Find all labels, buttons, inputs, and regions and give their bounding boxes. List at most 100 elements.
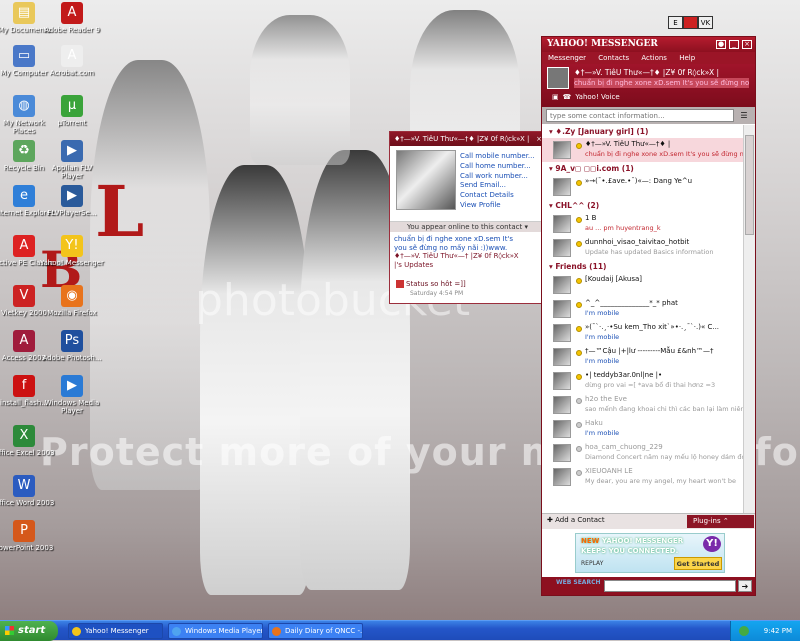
contact-card: ♦†—»V. TiêU Thư«—†♦ |Z¥ 0f R◊ck»X | × Ca… [389,131,546,304]
contact-details-link[interactable]: Contact Details [460,191,535,201]
contact-group-header[interactable]: ▾ 9A_v◻ ◻◻i.com (1) [542,162,744,175]
desktop-icon-powerpoint[interactable]: P PowerPoint 2003 [0,520,56,552]
my-tools: ▣ ☎ Yahoo! Voice [552,93,624,101]
contact-row[interactable]: •| teddyb3ar.0nl|ne |• dừng pro vai =[ *a… [542,369,744,393]
get-started-button[interactable]: Get Started [674,557,722,570]
menu-help[interactable]: Help [679,54,695,62]
menu-actions[interactable]: Actions [641,54,667,62]
search-bar: ☰ [542,107,755,124]
flag-icon[interactable] [683,16,698,29]
avatar [553,468,571,486]
update-item[interactable]: Status so hôt =]] Saturday 4:54 PM [396,280,536,300]
web-search-input[interactable] [604,580,736,592]
powerpoint-icon: P [13,520,35,542]
desktop-icon-flv[interactable]: ▶ Applian FLV Player [40,140,104,180]
presence-icon [576,398,582,404]
contact-group-header[interactable]: ▾ CHL^^ (2) [542,199,744,212]
desktop-icon-label: Windows Media Player [44,399,100,415]
scrollbar[interactable] [743,125,755,513]
contact-row[interactable]: ^_^______________*_* phat I'm mobile [542,297,744,321]
yahoo-logo-icon: Y! [703,536,721,552]
call-home-link[interactable]: Call home number... [460,162,535,172]
contact-group-header[interactable]: ▾ ♦.Zy [January girl] (1) [542,125,744,138]
call-mobile-link[interactable]: Call mobile number... [460,152,535,162]
contacts-icon[interactable]: ▣ [552,93,559,101]
avatar [553,444,571,462]
acrobat-icon: A [61,45,83,67]
contact-group-header[interactable]: ▾ Friends (11) [542,260,744,273]
system-tray: 9:42 PM [730,621,800,641]
avatar [553,300,571,318]
view-profile-link[interactable]: View Profile [460,201,535,211]
avatar [553,420,571,438]
contact-row[interactable]: h2o the Eve sao mếnh đang khoai chi thì c… [542,393,744,417]
contact-search-input[interactable] [546,109,734,122]
add-contact-button[interactable]: ✚ Add a Contact [547,516,605,524]
contact-row[interactable]: 1 B au ... pm huyentrang_k [542,212,744,236]
plugins-button[interactable]: Plug-ins ⌃ [687,515,754,528]
firefox-icon: ◉ [61,285,83,307]
my-display-name[interactable]: ♦†—»V. TiêU Thư«—†♦ |Z¥ 0f R◊ck»X | [574,68,719,77]
desktop-icon-label: µTorrent [57,119,87,127]
minimize-icon[interactable]: _ [729,40,739,49]
contact-name: h2o the Eve [585,395,627,403]
list-view-icon[interactable]: ☰ [738,110,750,121]
presence-icon [576,374,582,380]
presence-icon [576,350,582,356]
desktop-icon-pdf[interactable]: A Adobe Reader 9 [40,2,104,34]
presence-icon [576,302,582,308]
advertisement-banner[interactable]: NEW YAHOO! MESSENGER KEEPS YOU CONNECTED… [575,533,725,573]
contact-row[interactable]: »→(¯•.£ave.•¯)«—: Dang Ye^u [542,175,744,199]
task-yahoo-messenger[interactable]: Yahoo! Messenger [68,623,163,639]
recycle-bin-icon: ♻ [13,140,35,162]
desktop-icon-word[interactable]: W Office Word 2003 [0,475,56,507]
close-icon[interactable]: × [742,40,752,49]
desktop-icon-excel[interactable]: X Office Excel 2003 [0,425,56,457]
desktop-icon-photoshop[interactable]: Ps Adobe Photosh... [40,330,104,362]
start-button[interactable]: start [0,621,58,641]
my-status-message[interactable]: chuẩn bị đi nghe xone xD.sem It's you sẽ… [574,78,749,88]
avatar[interactable] [547,67,569,89]
voice-icon[interactable]: ☎ [563,93,572,101]
yahoo-icon[interactable]: ● [716,40,726,49]
network-icon[interactable] [739,626,749,636]
contact-status: dừng pro vai =[ *ava bổ đi thai hơnz =3 [585,381,716,389]
contact-name: dunnhoi_visao_taivitao_hotbit [585,238,690,246]
desktop-icon-torrent[interactable]: µ µTorrent [40,95,104,127]
voice-link[interactable]: Yahoo! Voice [575,93,619,101]
web-search-label: WEB SEARCH [556,579,601,586]
presence-icon [576,446,582,452]
desktop-icon-firefox[interactable]: ◉ Mozilla Firefox [40,285,104,317]
presence-icon [576,278,582,284]
contact-row[interactable]: ♦†—»V. TiêU Thư«—†♦ | chuẩn bị đi nghe xo… [542,138,744,162]
desktop-icon-label: FLVPlayerSe... [47,209,97,217]
menu-contacts[interactable]: Contacts [598,54,629,62]
contact-status: My dear, you are my angel, my heart won'… [585,477,737,485]
contact-row[interactable]: XIEUOANH LE My dear, you are my angel, my… [542,465,744,489]
desktop-icon-acrobat[interactable]: A Acrobat.com [40,45,104,77]
contact-card-title: ♦†—»V. TiêU Thư«—†♦ |Z¥ 0f R◊ck»X | × [390,132,545,146]
task-windows-media-player[interactable]: Windows Media Player [168,623,263,639]
send-email-link[interactable]: Send Email... [460,181,535,191]
desktop-icon-yahoo[interactable]: Y! Yahoo! Messenger [40,235,104,267]
desktop-icon-media-player[interactable]: ▶ Windows Media Player [40,375,104,415]
contact-row[interactable]: »(¯`·.¸·•Su kem_Tho xit`»•·.¸¯`·.)« C...… [542,321,744,345]
search-go-icon[interactable]: ➔ [738,580,752,592]
contact-row[interactable]: [Koudaij [Akusa] [542,273,744,297]
menu-messenger[interactable]: Messenger [548,54,586,62]
network-icon: ◍ [13,95,35,117]
word-icon: W [13,475,35,497]
contact-row[interactable]: Haku I'm mobile [542,417,744,441]
replay-link[interactable]: REPLAY [581,560,603,567]
language-button[interactable]: E [668,16,683,29]
contact-row[interactable]: †—™Cậu |+|lư ---------Mẫu £&nh™—† I'm mob… [542,345,744,369]
contact-row[interactable]: hoa_cam_chuong_229 Diamond Concert năm na… [542,441,744,465]
appear-online-dropdown[interactable]: You appear online to this contact ▾ [390,221,545,232]
scrollbar-thumb[interactable] [745,135,754,235]
task-firefox[interactable]: Daily Diary of QNCC -... [268,623,363,639]
media-player-icon [172,627,181,636]
desktop-icon-flv[interactable]: ▶ FLVPlayerSe... [40,185,104,217]
contact-row[interactable]: dunnhoi_visao_taivitao_hotbit Update has … [542,236,744,260]
call-work-link[interactable]: Call work number... [460,172,535,182]
keyboard-button[interactable]: VK [698,16,713,29]
